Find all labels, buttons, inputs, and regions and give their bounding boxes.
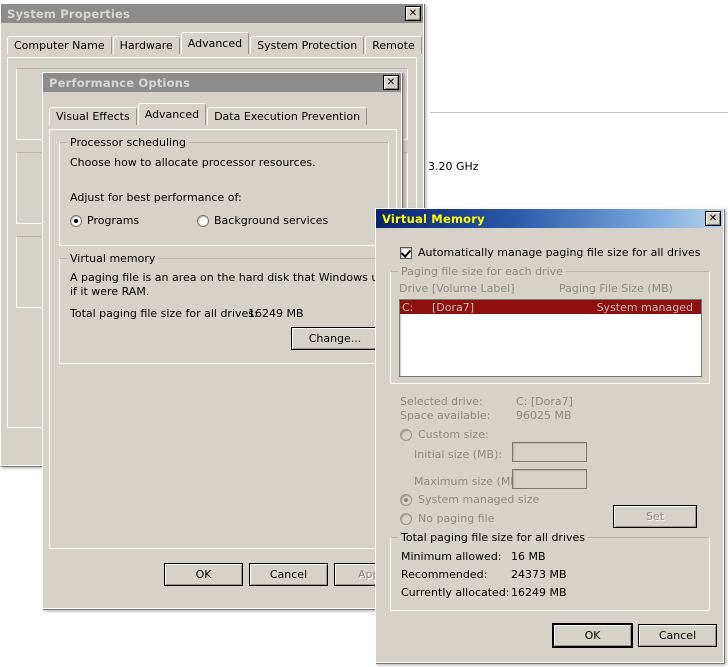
virtual-memory-description-line2: if it were RAM. (70, 285, 150, 298)
total-paging-label: Total paging file size for all drives: (70, 307, 258, 320)
paging-file-listbox[interactable]: C: [Dora7] System managed (399, 299, 702, 377)
paging-file-legend: Paging file size for each drive (398, 265, 566, 278)
minimum-allowed-value: 16 MB (511, 550, 546, 563)
currently-allocated-value: 16249 MB (511, 586, 567, 599)
system-properties-close-icon[interactable]: ✕ (405, 6, 421, 21)
radio-no-paging-file-label: No paging file (418, 512, 495, 525)
recommended-label: Recommended: (401, 568, 488, 581)
performance-options-titlebar[interactable]: Performance Options ✕ (43, 73, 401, 92)
radio-custom-size-indicator (400, 428, 412, 441)
currently-allocated-label: Currently allocated: (401, 586, 510, 599)
radio-background-services-label: Background services (214, 214, 329, 227)
vm-ok-button[interactable]: OK (553, 624, 632, 647)
radio-background-services[interactable]: Background services (197, 214, 328, 227)
totals-group: Total paging file size for all drives Mi… (390, 531, 710, 611)
paging-col-drive: Drive [Volume Label] (399, 282, 515, 295)
maximum-size-label: Maximum size (MB): (414, 475, 526, 488)
initial-size-label: Initial size (MB): (414, 448, 503, 461)
auto-manage-checkbox-row[interactable]: Automatically manage paging file size fo… (400, 246, 701, 259)
radio-programs-indicator[interactable] (70, 214, 82, 227)
performance-options-tabstrip: Visual Effects Advanced Data Execution P… (43, 103, 401, 125)
initial-size-input (512, 442, 587, 462)
selected-drive-label: Selected drive: (400, 395, 483, 408)
virtual-memory-close-icon[interactable]: ✕ (705, 211, 721, 226)
performance-options-window[interactable]: Performance Options ✕ Visual Effects Adv… (42, 72, 413, 609)
radio-no-paging-file: No paging file (400, 512, 494, 525)
system-properties-title: System Properties (7, 6, 131, 21)
change-button[interactable]: Change... (291, 327, 379, 350)
radio-custom-size-label: Custom size: (418, 428, 489, 441)
row-drive: C: (402, 300, 414, 314)
radio-background-services-indicator[interactable] (197, 214, 209, 227)
radio-system-managed-size-label: System managed size (418, 493, 540, 506)
virtual-memory-description-line1: A paging file is an area on the hard dis… (70, 271, 413, 284)
virtual-memory-group: Virtual memory A paging file is an area … (59, 252, 413, 364)
system-info-divider (430, 112, 728, 113)
vm-cancel-button[interactable]: Cancel (638, 624, 717, 647)
tab-hardware[interactable]: Hardware (112, 36, 180, 54)
performance-options-title: Performance Options (49, 75, 191, 90)
radio-custom-size: Custom size: (400, 428, 489, 441)
row-paging-size: System managed (596, 300, 693, 314)
minimum-allowed-label: Minimum allowed: (401, 550, 502, 563)
processor-speed-value: 3.20 GHz (428, 160, 479, 173)
virtual-memory-titlebar[interactable]: Virtual Memory ✕ (376, 209, 723, 228)
paging-file-group: Paging file size for each drive Drive [V… (390, 265, 710, 384)
adjust-performance-label: Adjust for best performance of: (70, 191, 242, 204)
totals-legend: Total paging file size for all drives (398, 531, 589, 544)
virtual-memory-legend: Virtual memory (67, 252, 159, 265)
tab-computer-name[interactable]: Computer Name (7, 36, 112, 54)
space-available-label: Space available: (400, 409, 491, 422)
radio-programs-label: Programs (87, 214, 140, 227)
tab-system-protection[interactable]: System Protection (250, 36, 365, 54)
po-cancel-button[interactable]: Cancel (249, 563, 328, 586)
radio-system-managed-size: System managed size (400, 493, 539, 506)
performance-options-close-icon[interactable]: ✕ (383, 75, 399, 90)
space-available-value: 96025 MB (516, 409, 572, 422)
selected-drive-value: C: [Dora7] (516, 395, 573, 408)
radio-system-managed-size-indicator (400, 493, 412, 506)
po-ok-button[interactable]: OK (164, 563, 243, 586)
radio-no-paging-file-indicator (400, 512, 412, 525)
total-paging-value: 16249 MB (248, 307, 304, 320)
tab-po-advanced[interactable]: Advanced (137, 103, 207, 125)
processor-scheduling-legend: Processor scheduling (67, 136, 190, 149)
virtual-memory-title: Virtual Memory (382, 211, 485, 226)
processor-scheduling-group: Processor scheduling Choose how to alloc… (59, 136, 389, 246)
set-button: Set (613, 505, 697, 528)
row-volume-label: [Dora7] (432, 300, 475, 314)
system-info-panel (430, 60, 728, 218)
recommended-value: 24373 MB (511, 568, 567, 581)
tab-remote[interactable]: Remote (365, 36, 422, 54)
auto-manage-label: Automatically manage paging file size fo… (418, 246, 701, 259)
auto-manage-checkbox[interactable] (400, 246, 412, 259)
tab-visual-effects[interactable]: Visual Effects (49, 107, 137, 125)
tab-data-execution-prevention[interactable]: Data Execution Prevention (207, 107, 368, 125)
maximum-size-input (512, 469, 587, 489)
processor-scheduling-description: Choose how to allocate processor resourc… (70, 156, 316, 169)
system-properties-titlebar[interactable]: System Properties ✕ (1, 4, 423, 23)
radio-programs[interactable]: Programs (70, 214, 139, 227)
table-row[interactable]: C: [Dora7] System managed (400, 300, 701, 314)
virtual-memory-window[interactable]: Virtual Memory ✕ Automatically manage pa… (375, 208, 724, 663)
paging-col-size: Paging File Size (MB) (559, 282, 673, 295)
tab-advanced[interactable]: Advanced (180, 32, 250, 54)
performance-options-tabpage: Processor scheduling Choose how to alloc… (49, 129, 413, 549)
system-properties-tabstrip: Computer Name Hardware Advanced System P… (1, 32, 423, 54)
